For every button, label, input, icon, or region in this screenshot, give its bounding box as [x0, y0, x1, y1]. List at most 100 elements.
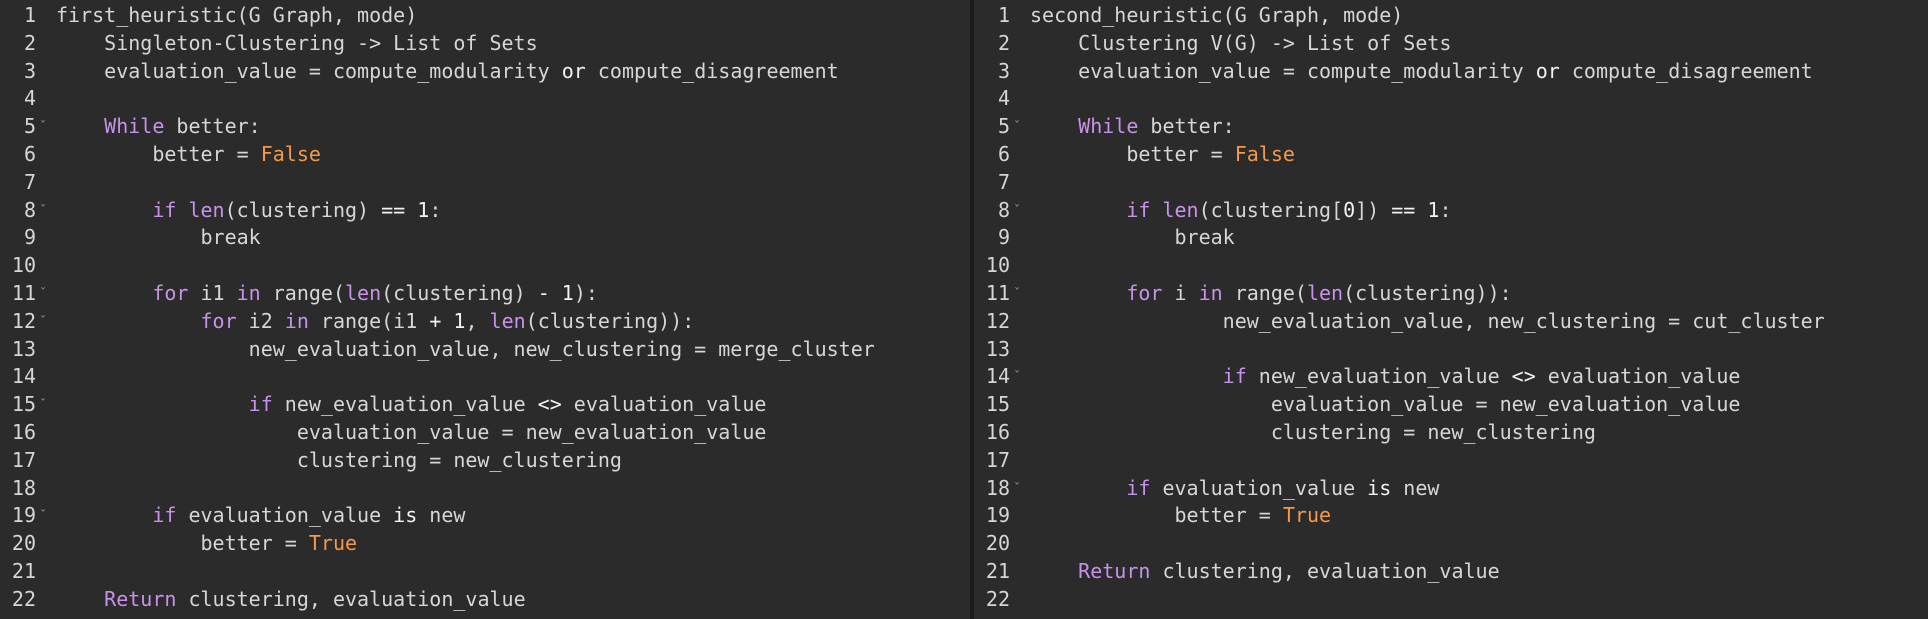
code-line[interactable]: 17 clustering = new_clustering — [0, 447, 970, 475]
code-line[interactable]: 14 — [0, 363, 970, 391]
fold-chevron-down-icon[interactable]: ˇ — [1012, 197, 1022, 225]
code-token: i1 — [188, 280, 237, 305]
code-text: evaluation_value = compute_modularity or… — [56, 58, 839, 86]
code-line[interactable]: 20 better = True — [0, 530, 970, 558]
code-token: if — [1126, 197, 1151, 222]
code-line[interactable]: 12 ˇ for i2 in range(i1 + 1, len(clusteri… — [0, 308, 970, 336]
fold-chevron-down-icon[interactable]: ˇ — [38, 391, 48, 419]
code-token: <> — [537, 392, 562, 417]
fold-chevron-down-icon[interactable]: ˇ — [1012, 475, 1022, 503]
code-line[interactable]: 5ˇ While better: — [974, 113, 1928, 141]
code-token: <> — [1511, 364, 1536, 389]
code-line[interactable]: 3 evaluation_value = compute_modularity … — [0, 58, 970, 86]
code-line[interactable]: 18 ˇ if evaluation_value is new — [974, 475, 1928, 503]
code-line[interactable]: 17 — [974, 447, 1928, 475]
fold-chevron-down-icon[interactable]: ˇ — [1012, 280, 1022, 308]
code-line[interactable]: 22 — [974, 586, 1928, 614]
line-number: 1 — [23, 3, 36, 27]
code-line[interactable]: 10 — [0, 252, 970, 280]
line-number: 21 — [985, 558, 1010, 583]
fold-chevron-down-icon[interactable]: ˇ — [38, 113, 48, 141]
code-text: evaluation_value = compute_modularity or… — [1030, 58, 1813, 86]
code-token: 1 — [561, 280, 574, 305]
code-text: While better: — [56, 113, 261, 141]
code-text: if new_evaluation_value <> evaluation_va… — [56, 391, 767, 419]
code-line[interactable]: 13 new_evaluation_value, new_clustering … — [0, 336, 970, 364]
code-token: 0 — [1343, 197, 1356, 222]
line-number: 10 — [985, 253, 1010, 278]
code-line[interactable]: 4 — [974, 85, 1928, 113]
code-text: if len(clustering) == 1: — [56, 197, 441, 225]
line-number: 9 — [997, 225, 1010, 250]
code-token: clustering = new_clustering — [56, 447, 622, 472]
code-token: : — [1439, 197, 1452, 222]
code-line[interactable]: 15 evaluation_value = new_evaluation_val… — [974, 391, 1928, 419]
line-number: 18 — [11, 475, 36, 500]
code-line[interactable]: 21 — [0, 558, 970, 586]
code-token: len — [489, 308, 526, 333]
code-line[interactable]: 15 ˇ if new_evaluation_value <> evaluatio… — [0, 391, 970, 419]
fold-chevron-down-icon[interactable]: ˇ — [1012, 113, 1022, 141]
code-line[interactable]: 20 — [974, 530, 1928, 558]
code-token: evaluation_value — [561, 392, 767, 417]
code-text: for i1 in range(len(clustering) - 1): — [56, 280, 598, 308]
code-line[interactable]: 7 — [974, 169, 1928, 197]
code-line[interactable]: 11 ˇ for i in range(len(clustering)): — [974, 280, 1928, 308]
code-token: if — [248, 392, 273, 417]
code-line[interactable]: 19 ˇ if evaluation_value is new — [0, 502, 970, 530]
code-line[interactable]: 19 better = True — [974, 502, 1928, 530]
code-line[interactable]: 1 second_heuristic(G Graph, mode) — [974, 2, 1928, 30]
code-line[interactable]: 22 Return clustering, evaluation_value — [0, 586, 970, 614]
code-line[interactable]: 7 — [0, 169, 970, 197]
code-line[interactable]: 14 ˇ if new_evaluation_value <> evaluatio… — [974, 363, 1928, 391]
code-line[interactable]: 8ˇ if len(clustering[0]) == 1: — [974, 197, 1928, 225]
code-line[interactable]: 5ˇ While better: — [0, 113, 970, 141]
code-area-left[interactable]: 1 first_heuristic(G Graph, mode) 2 Singlet… — [0, 2, 970, 619]
code-text: Return clustering, evaluation_value — [56, 586, 525, 614]
code-token: (clustering) — [224, 197, 382, 222]
code-line[interactable]: 10 — [974, 252, 1928, 280]
code-line[interactable]: 9 break — [0, 224, 970, 252]
line-number: 15 — [985, 392, 1010, 417]
code-text: for i in range(len(clustering)): — [1030, 280, 1511, 308]
code-line[interactable]: 2 Singleton-Clustering -> List of Sets — [0, 30, 970, 58]
code-token: compute_disagreement — [585, 58, 839, 83]
code-line[interactable]: 4 — [0, 85, 970, 113]
line-number: 11 — [11, 280, 36, 305]
code-token: for — [200, 308, 237, 333]
code-line[interactable]: 18 — [0, 475, 970, 503]
code-line[interactable]: 16 evaluation_value = new_evaluation_val… — [0, 419, 970, 447]
code-line[interactable]: 9 break — [974, 224, 1928, 252]
code-line[interactable]: 21 Return clustering, evaluation_value — [974, 558, 1928, 586]
code-token: (clustering) — [381, 280, 538, 305]
code-text: if new_evaluation_value <> evaluation_va… — [1030, 363, 1741, 391]
code-area-right[interactable]: 1 second_heuristic(G Graph, mode) 2 Cluste… — [974, 2, 1928, 619]
code-line[interactable]: 8ˇ if len(clustering) == 1: — [0, 197, 970, 225]
fold-chevron-down-icon[interactable]: ˇ — [38, 197, 48, 225]
code-token: , — [465, 308, 490, 333]
code-line[interactable]: 1 first_heuristic(G Graph, mode) — [0, 2, 970, 30]
editor-pane-left[interactable]: 1 first_heuristic(G Graph, mode) 2 Singlet… — [0, 0, 970, 619]
editor-pane-right[interactable]: 1 second_heuristic(G Graph, mode) 2 Cluste… — [970, 0, 1928, 619]
code-line[interactable]: 6 better = False — [974, 141, 1928, 169]
code-line[interactable]: 3 evaluation_value = compute_modularity … — [974, 58, 1928, 86]
code-token: better: — [164, 114, 261, 139]
fold-chevron-down-icon[interactable]: ˇ — [38, 280, 48, 308]
fold-chevron-down-icon[interactable]: ˇ — [1012, 363, 1022, 391]
line-number: 1 — [997, 3, 1010, 27]
code-token: for — [152, 280, 189, 305]
code-line[interactable]: 16 clustering = new_clustering — [974, 419, 1928, 447]
code-line[interactable]: 13 — [974, 336, 1928, 364]
line-number: 4 — [997, 86, 1010, 111]
line-number: 10 — [11, 253, 36, 278]
fold-chevron-down-icon[interactable]: ˇ — [38, 502, 48, 530]
code-line[interactable]: 12 new_evaluation_value, new_clustering … — [974, 308, 1928, 336]
code-line[interactable]: 6 better = False — [0, 141, 970, 169]
code-line[interactable]: 11 ˇ for i1 in range(len(clustering) - 1)… — [0, 280, 970, 308]
code-token: new_evaluation_value — [272, 392, 538, 417]
fold-chevron-down-icon[interactable]: ˇ — [38, 308, 48, 336]
code-line[interactable]: 2 Clustering V(G) -> List of Sets — [974, 30, 1928, 58]
